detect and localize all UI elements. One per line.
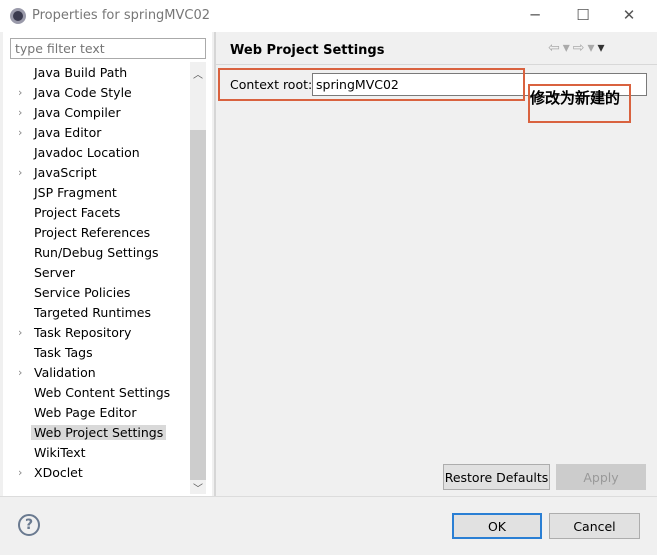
tree-item-label: Targeted Runtimes (34, 305, 151, 320)
eclipse-icon (10, 8, 26, 24)
page-title: Web Project Settings (230, 43, 385, 58)
menu-icon[interactable]: ▾ (598, 40, 608, 56)
tree-item-label: Java Build Path (34, 65, 128, 80)
tree-item[interactable]: Server (3, 263, 190, 283)
back-icon[interactable]: ⇦▾ (548, 40, 573, 56)
close-icon[interactable]: ✕ (614, 4, 644, 26)
tree-item[interactable]: › Validation (3, 363, 190, 383)
tree-item-label: Web Page Editor (34, 405, 137, 420)
tree-item-label: Project References (34, 225, 151, 240)
ok-button[interactable]: OK (452, 513, 542, 539)
tree-item-label: Server (34, 265, 75, 280)
tree-item-label: Web Project Settings (31, 425, 167, 440)
scroll-down-icon[interactable]: ﹀ (190, 480, 206, 495)
separator (216, 64, 657, 65)
cancel-button[interactable]: Cancel (549, 513, 640, 539)
tree-item-label: Web Content Settings (34, 385, 171, 400)
forward-icon[interactable]: ⇨▾ (573, 40, 598, 56)
tree-item-label: JavaScript (34, 165, 97, 180)
tree-item[interactable]: Targeted Runtimes (3, 303, 190, 323)
tree-item-label: Java Compiler (34, 105, 121, 120)
tree-item-label: Task Repository (34, 325, 132, 340)
tree-item-label: Project Facets (34, 205, 121, 220)
nav-icons[interactable]: ⇦▾⇨▾▾ (548, 40, 608, 56)
chevron-right-icon[interactable]: › (18, 123, 22, 143)
tree-item[interactable]: Project References (3, 223, 190, 243)
tree-item[interactable]: Service Policies (3, 283, 190, 303)
tree-item-label: Service Policies (34, 285, 131, 300)
tree-item[interactable]: › JavaScript (3, 163, 190, 183)
tree-item[interactable]: Web Page Editor (3, 403, 190, 423)
chevron-right-icon[interactable]: › (18, 163, 22, 183)
pane-divider[interactable] (214, 32, 216, 496)
tree-item-label: Javadoc Location (34, 145, 140, 160)
scroll-up-icon[interactable]: ︿ (190, 66, 206, 81)
annotation-box (218, 68, 525, 101)
tree-item-label: Validation (34, 365, 96, 380)
minimize-icon[interactable]: ─ (520, 4, 550, 26)
restore-defaults-button[interactable]: Restore Defaults (443, 464, 550, 490)
tree-item-label: Task Tags (34, 345, 93, 360)
help-icon[interactable]: ? (18, 514, 40, 536)
apply-button[interactable]: Apply (556, 464, 646, 490)
filter-input[interactable] (10, 38, 206, 59)
tree-item-label: JSP Fragment (34, 185, 117, 200)
tree-item[interactable]: Project Facets (3, 203, 190, 223)
property-tree: Java Build Path › Java Code Style › Java Com… (3, 63, 190, 483)
maximize-icon[interactable]: ☐ (568, 4, 598, 26)
tree-item[interactable]: Java Build Path (3, 63, 190, 83)
chevron-right-icon[interactable]: › (18, 363, 22, 383)
tree-item[interactable]: Javadoc Location (3, 143, 190, 163)
tree-item[interactable]: › Java Code Style (3, 83, 190, 103)
tree-item[interactable]: › Task Repository (3, 323, 190, 343)
window-title: Properties for springMVC02 (32, 8, 211, 23)
separator (0, 496, 657, 497)
tree-item[interactable]: Task Tags (3, 343, 190, 363)
tree-item-label: XDoclet (34, 465, 83, 480)
chevron-right-icon[interactable]: › (18, 83, 22, 103)
tree-item[interactable]: › Java Editor (3, 123, 190, 143)
chevron-right-icon[interactable]: › (18, 103, 22, 123)
tree-item[interactable]: WikiText (3, 443, 190, 463)
tree-item[interactable]: Run/Debug Settings (3, 243, 190, 263)
tree-item-label: Java Code Style (34, 85, 132, 100)
chevron-right-icon[interactable]: › (18, 463, 22, 483)
scrollbar-thumb[interactable] (190, 130, 206, 480)
annotation-text: 修改为新建的 (530, 89, 621, 107)
tree-item-label: WikiText (34, 445, 86, 460)
tree-item[interactable]: › Java Compiler (3, 103, 190, 123)
chevron-right-icon[interactable]: › (18, 323, 22, 343)
tree-item[interactable]: Web Project Settings (3, 423, 190, 443)
tree-item[interactable]: › XDoclet (3, 463, 190, 483)
tree-item-label: Java Editor (34, 125, 102, 140)
tree-item[interactable]: JSP Fragment (3, 183, 190, 203)
tree-item-label: Run/Debug Settings (34, 245, 159, 260)
tree-item[interactable]: Web Content Settings (3, 383, 190, 403)
